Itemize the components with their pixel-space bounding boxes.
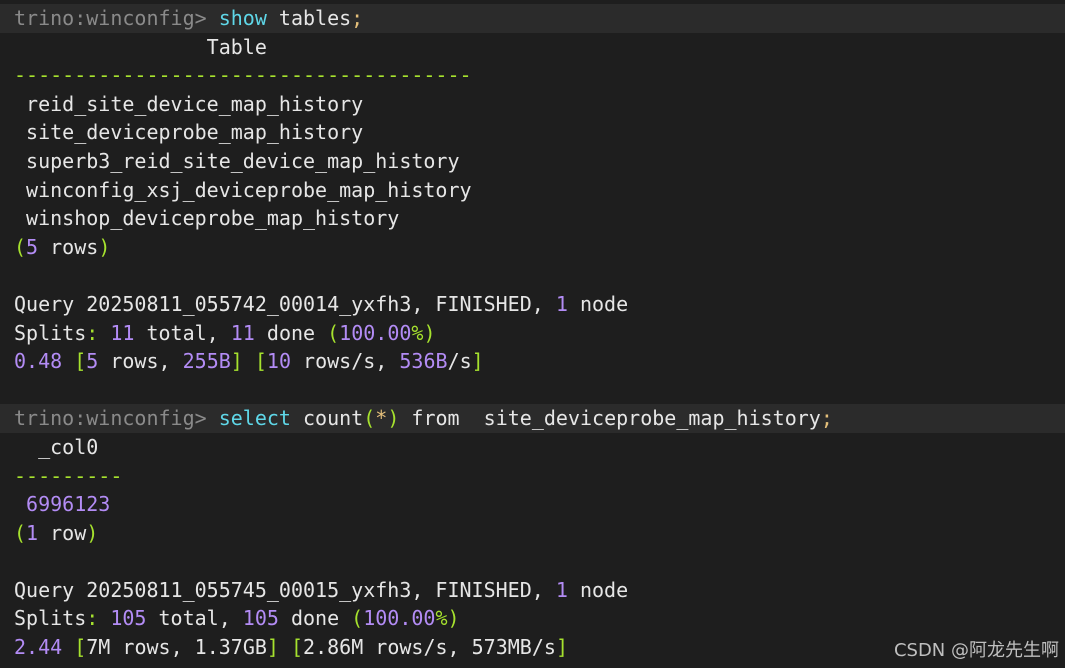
row-count-word: row (38, 520, 87, 545)
rows-rate: 10 (266, 349, 292, 374)
shell-prompt: trino:winconfig> (14, 6, 207, 30)
splits-total: 105 (110, 606, 147, 631)
row-count-value: 5 (26, 234, 39, 259)
splits-percent: 100.00 (339, 320, 412, 345)
count-value: 6996123 (26, 492, 111, 517)
node-count: 1 (555, 291, 568, 316)
splits-status: Splits: 105 total, 105 done (100.00%) (14, 606, 460, 631)
sql-keyword-from: from (411, 406, 460, 431)
node-word: node (567, 577, 629, 602)
result-header: Table (14, 34, 267, 59)
sql-keyword-show: show (218, 6, 267, 30)
table-row: site_deviceprobe_map_history (14, 120, 364, 145)
elapsed-time: 2.44 (14, 635, 63, 660)
result-separator: --------- (14, 463, 123, 488)
node-word: node (567, 291, 629, 316)
table-row: superb3_reid_site_device_map_history (14, 148, 460, 173)
command-line-select-count[interactable]: trino:winconfig> select count(*) from si… (0, 404, 1065, 433)
row-count-value: 1 (26, 520, 39, 545)
bytes-processed: 1.37GB (194, 635, 267, 660)
splits-status: Splits: 11 total, 11 done (100.00%) (14, 320, 436, 345)
bytes-processed: 255 (182, 349, 219, 374)
result-header: _col0 (14, 434, 99, 459)
splits-label: Splits (14, 320, 87, 345)
bytes-rate: 573MB (471, 635, 532, 660)
terminal-output[interactable]: trino:winconfig> show tables; Table ----… (0, 4, 1065, 662)
rows-rate: 2.86M (303, 635, 364, 660)
table-row: reid_site_device_map_history (14, 91, 364, 116)
rows-processed: 7M (86, 635, 111, 660)
query-status: Query 20250811_055745_00015_yxfh3, FINIS… (14, 576, 1065, 605)
table-row: winshop_deviceprobe_map_history (14, 206, 400, 231)
splits-done: 11 (230, 320, 255, 345)
sql-text-tables: tables (278, 6, 352, 30)
command-line-show-tables[interactable]: trino:winconfig> show tables; (0, 4, 1065, 33)
sql-semicolon: ; (820, 406, 833, 431)
query-status-label: Query 20250811_055745_00015_yxfh3, FINIS… (14, 577, 556, 602)
splits-label: Splits (14, 606, 87, 631)
node-count: 1 (555, 577, 568, 602)
csdn-watermark: CSDN @阿龙先生啊 (893, 640, 1059, 661)
query-status: Query 20250811_055742_00014_yxfh3, FINIS… (14, 290, 1065, 319)
splits-done: 105 (242, 606, 279, 631)
elapsed-time: 0.48 (14, 349, 63, 374)
sql-table-name: site_deviceprobe_map_history (483, 406, 821, 431)
splits-total: 11 (110, 320, 135, 345)
throughput-status: 0.48 [5 rows, 255B] [10 rows/s, 536B/s] (14, 349, 484, 374)
result-value-row: 6996123 (14, 490, 1065, 519)
sql-semicolon: ; (351, 6, 364, 30)
rows-processed: 5 (86, 349, 99, 374)
row-count: (1 row) (14, 520, 99, 545)
table-row: winconfig_xsj_deviceprobe_map_history (14, 177, 472, 202)
sql-func-count: count (303, 406, 364, 431)
sql-keyword-select: select (218, 406, 291, 431)
query-status-label: Query 20250811_055742_00014_yxfh3, FINIS… (14, 291, 556, 316)
splits-percent: 100.00 (363, 606, 436, 631)
row-count-word: rows (38, 234, 99, 259)
shell-prompt: trino:winconfig> (14, 406, 207, 431)
result-separator: -------------------------------------- (14, 63, 472, 88)
sql-star: * (375, 406, 388, 431)
bytes-rate: 536 (399, 349, 436, 374)
row-count: (5 rows) (14, 234, 111, 259)
